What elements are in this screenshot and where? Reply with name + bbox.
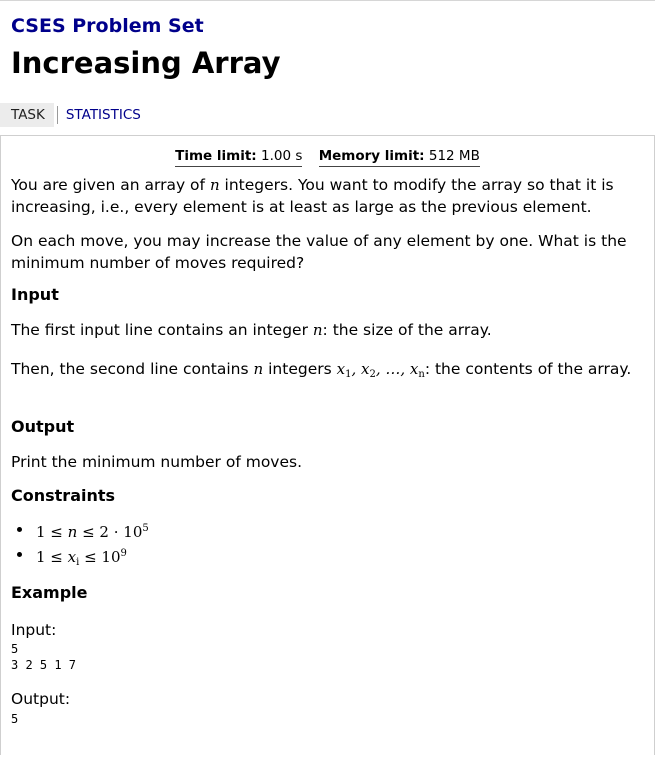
- memory-limit-label: Memory limit:: [318, 148, 425, 164]
- input-text: Then, the second line contains: [11, 360, 254, 378]
- math-var-n: n: [253, 360, 264, 378]
- input-text: integers: [263, 360, 337, 378]
- memory-limit: Memory limit: 512 MB: [318, 147, 480, 167]
- input-heading: Input: [11, 285, 59, 304]
- problem-nav: TASK STATISTICS: [0, 103, 141, 127]
- time-limit-value: 1.00 s: [261, 148, 303, 164]
- constraints-list: 1 ≤ n ≤ 2 · 105 1 ≤ xi ≤ 109: [11, 518, 149, 574]
- top-rule: [0, 0, 655, 1]
- math-var-n: n: [209, 176, 220, 194]
- input-line-1: The first input line contains an integer…: [11, 319, 651, 341]
- statement-paragraph-1: You are given an array of n integers. Yo…: [11, 174, 651, 218]
- input-text: : the size of the array.: [322, 321, 492, 339]
- memory-limit-value: 512 MB: [428, 148, 480, 164]
- output-heading: Output: [11, 417, 75, 436]
- constraint-item-x: 1 ≤ xi ≤ 109: [17, 543, 149, 574]
- page-title: Increasing Array: [11, 46, 281, 80]
- example-input-label: Input:: [11, 621, 57, 639]
- site-header: CSES Problem Set: [11, 14, 204, 38]
- statement-text: You are given an array of: [11, 176, 210, 194]
- tab-task[interactable]: TASK: [0, 103, 54, 127]
- time-limit-label: Time limit:: [175, 148, 257, 164]
- limits-bar: Time limit: 1.00 s Memory limit: 512 MB: [1, 147, 654, 167]
- input-text: The first input line contains an integer: [11, 321, 313, 339]
- time-limit: Time limit: 1.00 s: [175, 147, 303, 167]
- example-output-label: Output:: [11, 690, 71, 708]
- constraints-heading: Constraints: [11, 486, 116, 505]
- example-output-block: 5: [11, 712, 19, 726]
- example-heading: Example: [11, 583, 88, 602]
- input-line-2: Then, the second line contains n integer…: [11, 358, 651, 386]
- site-title-link[interactable]: CSES Problem Set: [11, 14, 204, 38]
- example-input-block: 5 3 2 5 1 7: [11, 642, 77, 672]
- problem-content: Time limit: 1.00 s Memory limit: 512 MB …: [0, 135, 655, 755]
- tab-statistics[interactable]: STATISTICS: [58, 103, 141, 127]
- math-sequence: x1, x2, …, xn: [336, 360, 425, 380]
- statement-paragraph-2: On each move, you may increase the value…: [11, 232, 627, 272]
- constraint-item-n: 1 ≤ n ≤ 2 · 105: [17, 518, 149, 543]
- input-text: : the contents of the array.: [424, 360, 632, 378]
- output-text: Print the minimum number of moves.: [11, 453, 303, 471]
- math-var-n: n: [312, 321, 323, 339]
